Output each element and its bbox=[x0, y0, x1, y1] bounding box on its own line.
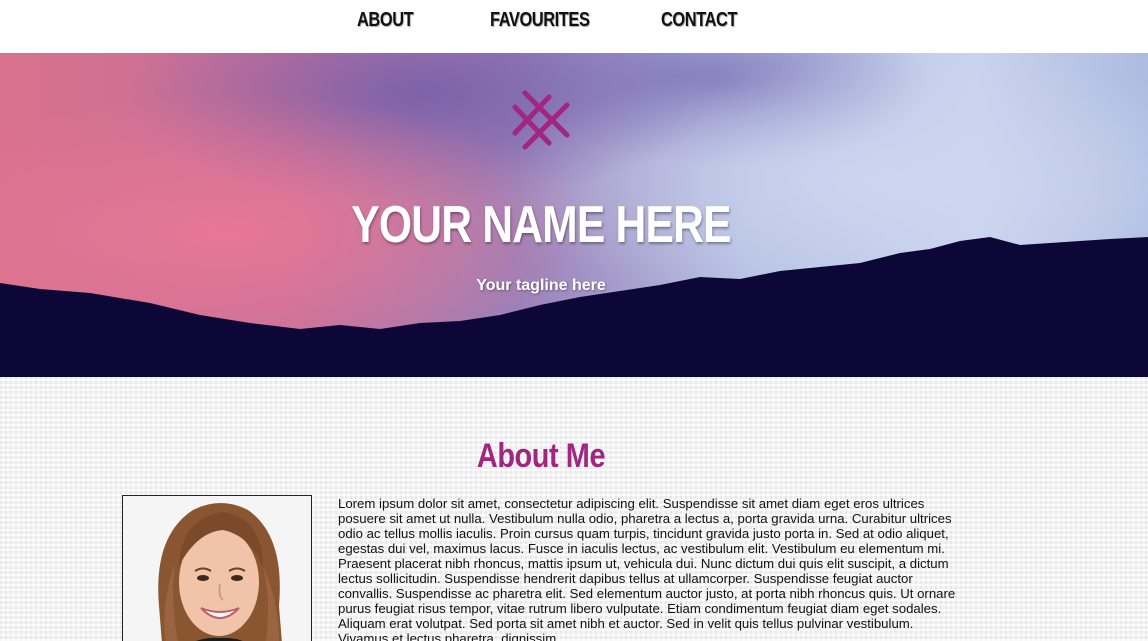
about-paragraph: Lorem ipsum dolor sit amet, consectetur … bbox=[338, 496, 956, 641]
nav-link-contact[interactable]: CONTACT bbox=[661, 9, 737, 32]
profile-portrait-image bbox=[123, 496, 311, 641]
about-section: About Me Lorem ipsum dolor sit amet, con… bbox=[0, 377, 1148, 641]
hero-banner: YOUR NAME HERE Your tagline here bbox=[0, 53, 1148, 377]
top-navigation: ABOUT FAVOURITES CONTACT bbox=[0, 0, 1148, 53]
nav-link-favourites[interactable]: FAVOURITES bbox=[490, 9, 590, 32]
profile-photo bbox=[122, 495, 312, 641]
site-owner-name: YOUR NAME HERE bbox=[351, 196, 731, 254]
site-tagline: Your tagline here bbox=[476, 277, 606, 294]
crosshatch-logo-icon bbox=[512, 90, 570, 150]
nav-link-about[interactable]: ABOUT bbox=[357, 9, 414, 32]
about-heading: About Me bbox=[476, 437, 606, 475]
